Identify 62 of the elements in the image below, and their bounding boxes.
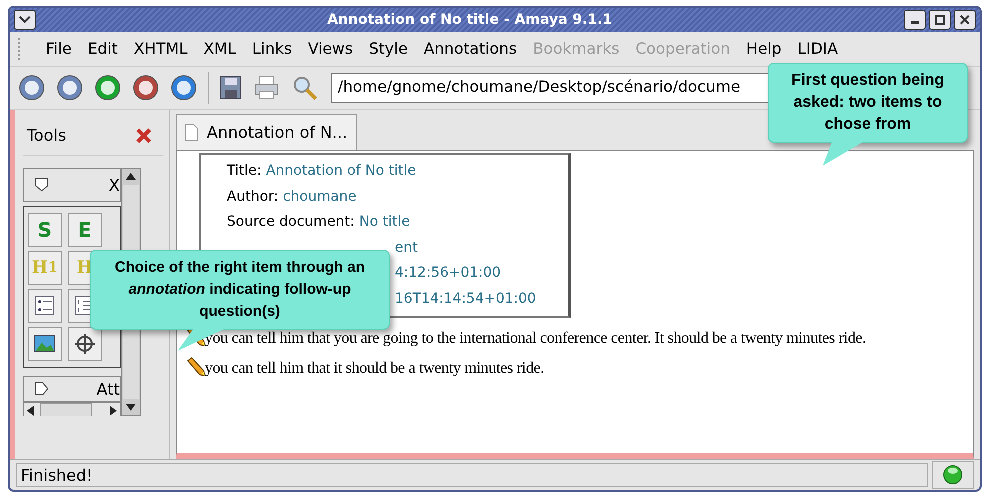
field-value: Annotation of No title	[266, 163, 416, 179]
document-tab[interactable]: Annotation of N...	[176, 114, 357, 150]
crosshair-icon	[74, 333, 96, 355]
maximize-icon	[935, 15, 945, 25]
tag-icon	[34, 381, 50, 397]
style-button[interactable]: E	[68, 213, 102, 247]
scroll-left-icon[interactable]	[27, 406, 35, 416]
save-icon[interactable]	[219, 75, 243, 101]
field-label: Title:	[227, 163, 262, 179]
menu-item[interactable]: XML	[196, 40, 244, 58]
menu-item[interactable]: Help	[738, 40, 790, 58]
section-header[interactable]: Att	[23, 376, 121, 402]
window-menu-button[interactable]	[14, 10, 36, 30]
crosshair-button[interactable]	[68, 327, 102, 361]
scroll-right-icon[interactable]	[109, 406, 117, 416]
menu-item[interactable]: Annotations	[416, 40, 526, 58]
stop-icon[interactable]	[132, 74, 160, 102]
image-button[interactable]	[28, 327, 62, 361]
field-value: ent	[395, 240, 418, 256]
shield-icon	[34, 177, 50, 193]
print-icon[interactable]	[253, 75, 281, 101]
field-value: 4:12:56+01:00	[395, 265, 502, 281]
pencil-icon[interactable]	[185, 356, 207, 378]
scroll-down-icon[interactable]	[126, 403, 136, 411]
horizontal-scrollbar[interactable]	[23, 402, 121, 416]
menu-item[interactable]: Edit	[80, 40, 126, 58]
close-icon[interactable]	[135, 126, 153, 144]
window-title: Annotation of No title - Amaya 9.1.1	[326, 12, 614, 28]
field-label: Author:	[227, 188, 279, 204]
document-icon	[185, 124, 199, 142]
minimize-button[interactable]	[904, 10, 926, 30]
forward-icon[interactable]	[56, 74, 84, 102]
menu-item[interactable]: File	[38, 40, 80, 58]
bullet-list-icon	[34, 295, 56, 317]
status-light-icon	[943, 465, 963, 485]
maximize-button[interactable]	[929, 10, 951, 30]
menu-item[interactable]: Views	[300, 40, 362, 58]
field-value: choumane	[283, 188, 357, 204]
callout-pointer	[823, 140, 867, 166]
close-button[interactable]	[954, 10, 976, 30]
image-icon	[34, 335, 56, 353]
menu-item[interactable]: LIDIA	[790, 40, 846, 58]
field-value: 16T14:14:54+01:00	[395, 290, 536, 306]
section-header[interactable]: X	[23, 168, 121, 202]
style-button[interactable]: S	[28, 213, 62, 247]
tools-title: Tools	[27, 126, 66, 145]
menu-item[interactable]: Links	[244, 40, 300, 58]
close-icon	[960, 15, 970, 25]
field-value: No title	[359, 214, 410, 230]
back-icon[interactable]	[18, 74, 46, 102]
status-text: Finished!	[16, 463, 928, 487]
menu-item[interactable]: XHTML	[126, 40, 196, 58]
scroll-up-icon[interactable]	[126, 173, 136, 181]
chevron-down-icon	[18, 15, 32, 25]
home-icon[interactable]	[170, 74, 198, 102]
field-label: Source document:	[227, 214, 355, 230]
paragraph: you can tell him that it should be a twenty minutes ride.	[205, 360, 544, 378]
list-button[interactable]	[28, 289, 62, 323]
reload-icon[interactable]	[94, 74, 122, 102]
search-icon[interactable]	[291, 74, 319, 102]
menu-item[interactable]: Style	[361, 40, 416, 58]
paragraph: you can tell him that you are going to the international conference center. It should be a twenty minutes ride.	[205, 330, 866, 348]
